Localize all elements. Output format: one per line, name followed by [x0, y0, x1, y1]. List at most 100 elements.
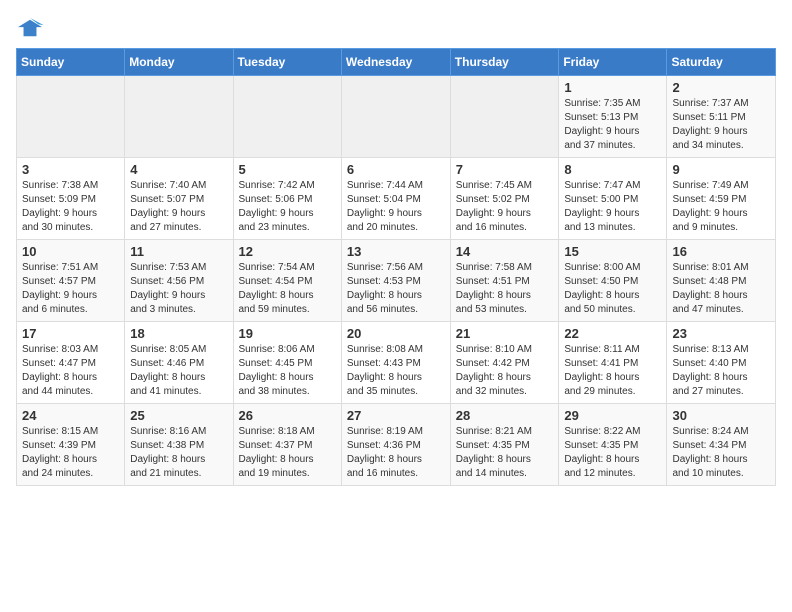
- day-number: 6: [347, 162, 445, 177]
- day-info: Sunrise: 7:38 AM Sunset: 5:09 PM Dayligh…: [22, 179, 119, 235]
- calendar-cell: 6 Sunrise: 7:44 AM Sunset: 5:04 PM Daylig…: [341, 158, 450, 240]
- calendar-cell: 12 Sunrise: 7:54 AM Sunset: 4:54 PM Dayli…: [233, 240, 341, 322]
- day-number: 24: [22, 408, 119, 423]
- calendar-cell: 3 Sunrise: 7:38 AM Sunset: 5:09 PM Daylig…: [17, 158, 125, 240]
- calendar-cell: 9Sunrise: 7:49 AM Sunset: 4:59 PM Daylig…: [667, 158, 776, 240]
- day-info: Sunrise: 8:01 AM Sunset: 4:48 PM Dayligh…: [672, 261, 770, 317]
- day-info: Sunrise: 8:06 AM Sunset: 4:45 PM Dayligh…: [239, 343, 336, 399]
- calendar-cell: 25 Sunrise: 8:16 AM Sunset: 4:38 PM Dayli…: [125, 404, 233, 486]
- calendar-cell: 22 Sunrise: 8:11 AM Sunset: 4:41 PM Dayli…: [559, 322, 667, 404]
- calendar-cell: [341, 76, 450, 158]
- day-number: 10: [22, 244, 119, 259]
- day-info: Sunrise: 8:24 AM Sunset: 4:34 PM Dayligh…: [672, 425, 770, 481]
- day-info: Sunrise: 8:11 AM Sunset: 4:41 PM Dayligh…: [564, 343, 661, 399]
- day-info: Sunrise: 7:37 AM Sunset: 5:11 PM Dayligh…: [672, 97, 770, 153]
- day-info: Sunrise: 8:00 AM Sunset: 4:50 PM Dayligh…: [564, 261, 661, 317]
- weekday-header: Tuesday: [233, 49, 341, 76]
- day-info: Sunrise: 7:45 AM Sunset: 5:02 PM Dayligh…: [456, 179, 554, 235]
- calendar-cell: 29 Sunrise: 8:22 AM Sunset: 4:35 PM Dayli…: [559, 404, 667, 486]
- day-info: Sunrise: 8:16 AM Sunset: 4:38 PM Dayligh…: [130, 425, 227, 481]
- day-number: 5: [239, 162, 336, 177]
- day-info: Sunrise: 7:53 AM Sunset: 4:56 PM Dayligh…: [130, 261, 227, 317]
- day-info: Sunrise: 7:35 AM Sunset: 5:13 PM Dayligh…: [564, 97, 661, 153]
- day-number: 14: [456, 244, 554, 259]
- calendar-cell: 1 Sunrise: 7:35 AM Sunset: 5:13 PM Daylig…: [559, 76, 667, 158]
- day-info: Sunrise: 8:19 AM Sunset: 4:36 PM Dayligh…: [347, 425, 445, 481]
- day-info: Sunrise: 7:44 AM Sunset: 5:04 PM Dayligh…: [347, 179, 445, 235]
- calendar-cell: 17 Sunrise: 8:03 AM Sunset: 4:47 PM Dayli…: [17, 322, 125, 404]
- weekday-header: Saturday: [667, 49, 776, 76]
- day-number: 26: [239, 408, 336, 423]
- day-info: Sunrise: 8:22 AM Sunset: 4:35 PM Dayligh…: [564, 425, 661, 481]
- logo-icon: [16, 16, 44, 40]
- calendar-cell: 19 Sunrise: 8:06 AM Sunset: 4:45 PM Dayli…: [233, 322, 341, 404]
- day-number: 8: [564, 162, 661, 177]
- day-number: 28: [456, 408, 554, 423]
- day-number: 19: [239, 326, 336, 341]
- day-info: Sunrise: 7:49 AM Sunset: 4:59 PM Dayligh…: [672, 179, 770, 235]
- calendar-body: 1 Sunrise: 7:35 AM Sunset: 5:13 PM Daylig…: [17, 76, 776, 486]
- day-number: 25: [130, 408, 227, 423]
- day-info: Sunrise: 7:54 AM Sunset: 4:54 PM Dayligh…: [239, 261, 336, 317]
- calendar-cell: 4 Sunrise: 7:40 AM Sunset: 5:07 PM Daylig…: [125, 158, 233, 240]
- calendar-week-row: 3 Sunrise: 7:38 AM Sunset: 5:09 PM Daylig…: [17, 158, 776, 240]
- calendar-cell: 23Sunrise: 8:13 AM Sunset: 4:40 PM Dayli…: [667, 322, 776, 404]
- day-info: Sunrise: 7:47 AM Sunset: 5:00 PM Dayligh…: [564, 179, 661, 235]
- calendar-cell: [450, 76, 559, 158]
- calendar-cell: 7 Sunrise: 7:45 AM Sunset: 5:02 PM Daylig…: [450, 158, 559, 240]
- day-info: Sunrise: 8:13 AM Sunset: 4:40 PM Dayligh…: [672, 343, 770, 399]
- day-number: 27: [347, 408, 445, 423]
- calendar-cell: 15 Sunrise: 8:00 AM Sunset: 4:50 PM Dayli…: [559, 240, 667, 322]
- calendar-cell: [125, 76, 233, 158]
- calendar-cell: [17, 76, 125, 158]
- day-number: 22: [564, 326, 661, 341]
- day-number: 2: [672, 80, 770, 95]
- day-number: 15: [564, 244, 661, 259]
- day-info: Sunrise: 8:08 AM Sunset: 4:43 PM Dayligh…: [347, 343, 445, 399]
- logo: [16, 16, 48, 40]
- day-number: 13: [347, 244, 445, 259]
- calendar-cell: 2 Sunrise: 7:37 AM Sunset: 5:11 PM Daylig…: [667, 76, 776, 158]
- day-info: Sunrise: 8:05 AM Sunset: 4:46 PM Dayligh…: [130, 343, 227, 399]
- calendar-week-row: 17 Sunrise: 8:03 AM Sunset: 4:47 PM Dayli…: [17, 322, 776, 404]
- calendar-week-row: 1 Sunrise: 7:35 AM Sunset: 5:13 PM Daylig…: [17, 76, 776, 158]
- calendar-header: SundayMondayTuesdayWednesdayThursdayFrid…: [17, 49, 776, 76]
- day-info: Sunrise: 8:15 AM Sunset: 4:39 PM Dayligh…: [22, 425, 119, 481]
- calendar-cell: 26 Sunrise: 8:18 AM Sunset: 4:37 PM Dayli…: [233, 404, 341, 486]
- calendar-week-row: 24 Sunrise: 8:15 AM Sunset: 4:39 PM Dayli…: [17, 404, 776, 486]
- calendar-cell: 13 Sunrise: 7:56 AM Sunset: 4:53 PM Dayli…: [341, 240, 450, 322]
- day-number: 11: [130, 244, 227, 259]
- page-header: [16, 16, 776, 40]
- day-info: Sunrise: 7:56 AM Sunset: 4:53 PM Dayligh…: [347, 261, 445, 317]
- day-info: Sunrise: 7:42 AM Sunset: 5:06 PM Dayligh…: [239, 179, 336, 235]
- weekday-header: Monday: [125, 49, 233, 76]
- weekday-header: Friday: [559, 49, 667, 76]
- calendar-table: SundayMondayTuesdayWednesdayThursdayFrid…: [16, 48, 776, 486]
- day-number: 29: [564, 408, 661, 423]
- day-info: Sunrise: 7:51 AM Sunset: 4:57 PM Dayligh…: [22, 261, 119, 317]
- calendar-cell: 16 Sunrise: 8:01 AM Sunset: 4:48 PM Dayli…: [667, 240, 776, 322]
- day-info: Sunrise: 7:58 AM Sunset: 4:51 PM Dayligh…: [456, 261, 554, 317]
- day-number: 1: [564, 80, 661, 95]
- calendar-cell: 20Sunrise: 8:08 AM Sunset: 4:43 PM Dayli…: [341, 322, 450, 404]
- calendar-cell: 27 Sunrise: 8:19 AM Sunset: 4:36 PM Dayli…: [341, 404, 450, 486]
- day-number: 7: [456, 162, 554, 177]
- day-number: 12: [239, 244, 336, 259]
- day-number: 3: [22, 162, 119, 177]
- day-info: Sunrise: 8:18 AM Sunset: 4:37 PM Dayligh…: [239, 425, 336, 481]
- day-number: 4: [130, 162, 227, 177]
- calendar-cell: 11 Sunrise: 7:53 AM Sunset: 4:56 PM Dayli…: [125, 240, 233, 322]
- day-number: 16: [672, 244, 770, 259]
- day-info: Sunrise: 8:10 AM Sunset: 4:42 PM Dayligh…: [456, 343, 554, 399]
- weekday-header: Thursday: [450, 49, 559, 76]
- day-number: 17: [22, 326, 119, 341]
- calendar-cell: 18 Sunrise: 8:05 AM Sunset: 4:46 PM Dayli…: [125, 322, 233, 404]
- day-number: 18: [130, 326, 227, 341]
- day-info: Sunrise: 8:03 AM Sunset: 4:47 PM Dayligh…: [22, 343, 119, 399]
- calendar-cell: 10 Sunrise: 7:51 AM Sunset: 4:57 PM Dayli…: [17, 240, 125, 322]
- day-info: Sunrise: 7:40 AM Sunset: 5:07 PM Dayligh…: [130, 179, 227, 235]
- calendar-cell: [233, 76, 341, 158]
- calendar-cell: 21Sunrise: 8:10 AM Sunset: 4:42 PM Dayli…: [450, 322, 559, 404]
- weekday-header: Sunday: [17, 49, 125, 76]
- day-info: Sunrise: 8:21 AM Sunset: 4:35 PM Dayligh…: [456, 425, 554, 481]
